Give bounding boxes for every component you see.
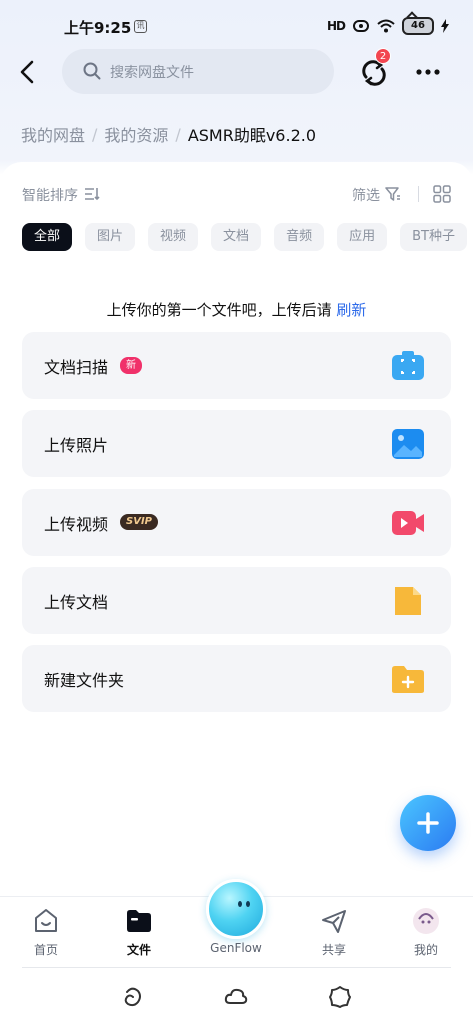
system-recents-icon[interactable] [327, 984, 353, 1010]
status-time: 上午9:25 [64, 19, 132, 37]
avatar [413, 908, 439, 934]
sort-button[interactable]: 智能排序 [22, 185, 78, 205]
action-label: 文档扫描 [44, 358, 109, 377]
breadcrumb-separator: / [92, 124, 98, 144]
chip-apps[interactable]: 应用 [337, 223, 388, 251]
tab-files[interactable]: 文件 [109, 907, 169, 958]
action-label: 上传文档 [44, 593, 109, 612]
home-icon [35, 909, 57, 932]
new-folder-icon [392, 666, 424, 693]
tab-home[interactable]: 首页 [16, 907, 76, 958]
signal-hd-icon: HD [326, 19, 346, 33]
filter-icon[interactable] [385, 186, 401, 202]
category-chips: 全部 图片 视频 文档 音频 应用 BT种子 [22, 223, 473, 251]
chip-images[interactable]: 图片 [85, 223, 136, 251]
vibrate-icon [353, 20, 369, 32]
upload-video-card[interactable]: 上传视频 SVIP [22, 489, 451, 556]
add-button[interactable] [400, 795, 456, 851]
search-placeholder: 搜索网盘文件 [110, 65, 194, 81]
action-label: 上传视频 [44, 515, 109, 534]
system-home-icon[interactable] [223, 984, 249, 1010]
video-icon [392, 511, 424, 535]
tab-label: 共享 [321, 943, 346, 957]
tab-label: 首页 [33, 943, 58, 957]
chip-documents[interactable]: 文档 [211, 223, 262, 251]
empty-state-hint: 上传你的第一个文件吧，上传后请 刷新 [0, 299, 473, 320]
breadcrumb-separator: / [175, 124, 181, 144]
search-input[interactable]: 搜索网盘文件 [62, 49, 334, 94]
chip-videos[interactable]: 视频 [148, 223, 199, 251]
tab-label: 我的 [413, 943, 438, 957]
action-label: 新建文件夹 [44, 671, 125, 690]
empty-state-text: 上传你的第一个文件吧，上传后请 [106, 301, 332, 319]
divider [22, 967, 451, 968]
folder-icon [127, 910, 151, 932]
tab-mine[interactable]: 我的 [396, 907, 456, 958]
scan-document-card[interactable]: 文档扫描 新 [22, 332, 451, 399]
genflow-button[interactable] [206, 879, 266, 939]
toolbar-row: 智能排序 筛选 [22, 183, 452, 205]
sort-icon[interactable] [84, 186, 100, 202]
breadcrumb-my-drive[interactable]: 我的网盘 [21, 122, 85, 146]
wifi-icon [377, 19, 395, 33]
svip-badge: SVIP [120, 514, 158, 530]
action-label: 上传照片 [44, 436, 109, 455]
breadcrumb-my-resources[interactable]: 我的资源 [104, 122, 168, 146]
chip-bt-torrent[interactable]: BT种子 [400, 223, 467, 251]
status-bar: 上午9:25 讯 HD 46 [0, 0, 473, 44]
sync-badge: 2 [375, 48, 391, 64]
new-folder-card[interactable]: 新建文件夹 [22, 645, 451, 712]
genflow-mascot-icon [238, 901, 250, 907]
scan-icon [392, 351, 424, 380]
filter-button[interactable]: 筛选 [352, 185, 380, 205]
top-bar: 搜索网盘文件 2 [0, 48, 473, 96]
breadcrumb: 我的网盘 / 我的资源 / ASMR助眠v6.2.0 [21, 122, 316, 146]
system-back-icon[interactable] [119, 984, 145, 1010]
back-icon[interactable] [14, 58, 42, 86]
document-icon [395, 587, 421, 615]
charging-icon [441, 19, 449, 33]
more-icon[interactable] [414, 60, 442, 84]
battery-icon: 46 [402, 17, 434, 35]
system-nav-bar [0, 980, 473, 1016]
new-badge: 新 [120, 357, 142, 374]
photo-icon [392, 429, 424, 459]
share-icon [322, 910, 346, 933]
refresh-link[interactable]: 刷新 [336, 301, 366, 319]
breadcrumb-current-folder: ASMR助眠v6.2.0 [187, 126, 317, 145]
genflow-label: GenFlow [210, 941, 262, 955]
tab-share[interactable]: 共享 [304, 907, 364, 958]
notification-icon: 讯 [134, 20, 147, 33]
chip-audio[interactable]: 音频 [274, 223, 325, 251]
tab-label: 文件 [126, 943, 151, 957]
search-icon [83, 62, 101, 80]
status-icons: HD 46 [327, 17, 449, 35]
divider [418, 186, 419, 202]
upload-document-card[interactable]: 上传文档 [22, 567, 451, 634]
plus-icon [417, 812, 439, 834]
grid-view-icon[interactable] [433, 185, 451, 203]
chip-all[interactable]: 全部 [22, 223, 73, 251]
upload-photo-card[interactable]: 上传照片 [22, 410, 451, 477]
